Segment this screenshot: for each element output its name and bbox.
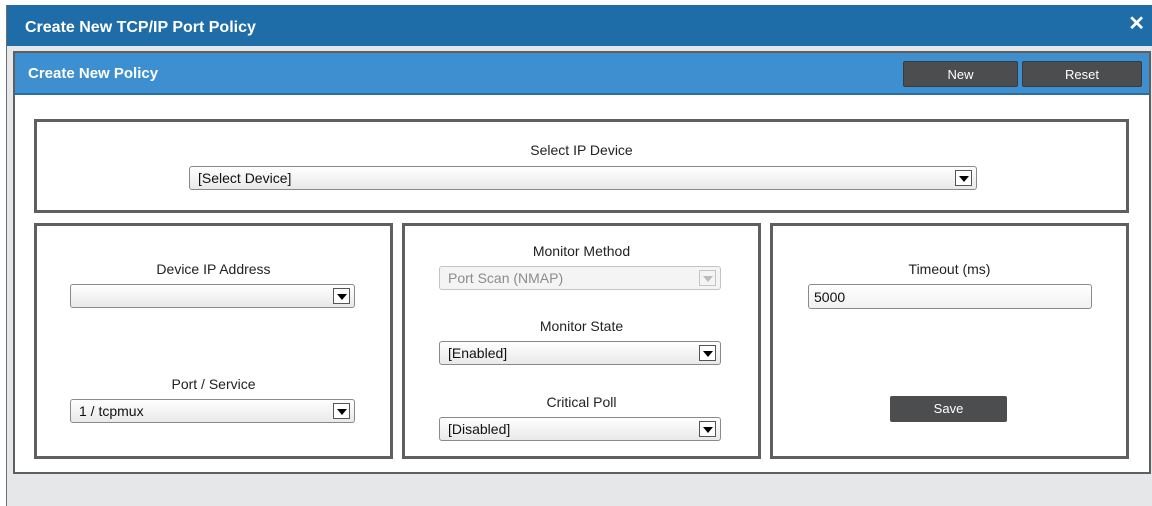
chevron-down-icon (699, 270, 716, 286)
chevron-down-icon (333, 288, 350, 304)
port-service-select[interactable]: 1 / tcpmux (70, 399, 355, 423)
port-service-label: Port / Service (171, 376, 256, 392)
monitor-method-value: Port Scan (NMAP) (448, 270, 564, 286)
dialog-titlebar: Create New TCP/IP Port Policy ✕ (7, 5, 1152, 46)
timeout-input[interactable]: 5000 (808, 284, 1092, 309)
device-select[interactable]: [Select Device] (189, 166, 977, 190)
critical-poll-select[interactable]: [Disabled] (439, 417, 721, 441)
reset-button[interactable]: Reset (1022, 61, 1142, 87)
critical-poll-label: Critical Poll (546, 394, 617, 410)
monitor-section: Monitor Method Port Scan (NMAP) Monitor … (402, 223, 761, 459)
critical-poll-value: [Disabled] (448, 421, 511, 437)
save-button[interactable]: Save (890, 396, 1007, 422)
close-icon[interactable]: ✕ (1128, 12, 1145, 36)
port-service-value: 1 / tcpmux (79, 403, 144, 419)
chevron-down-icon (699, 345, 716, 361)
policy-dialog: Create New TCP/IP Port Policy ✕ Create N… (6, 5, 1152, 506)
device-select-value: [Select Device] (198, 170, 292, 186)
monitor-state-label: Monitor State (539, 318, 624, 334)
chevron-down-icon (699, 421, 716, 437)
device-label: Select IP Device (530, 142, 633, 158)
new-button[interactable]: New (903, 61, 1018, 87)
address-section: Device IP Address Port / Service 1 / tcp… (34, 223, 393, 459)
create-policy-panel: Create New Policy New Reset Select IP De… (13, 51, 1151, 474)
monitor-method-label: Monitor Method (532, 243, 631, 259)
ip-address-label: Device IP Address (156, 261, 271, 277)
monitor-state-value: [Enabled] (448, 345, 508, 361)
timeout-value: 5000 (814, 289, 846, 305)
chevron-down-icon (333, 403, 350, 419)
panel-title: Create New Policy (28, 65, 159, 82)
chevron-down-icon (955, 170, 972, 186)
device-section: Select IP Device [Select Device] (34, 119, 1129, 213)
dialog-title: Create New TCP/IP Port Policy (25, 19, 256, 36)
timeout-label: Timeout (ms) (908, 261, 991, 277)
monitor-method-select: Port Scan (NMAP) (439, 266, 721, 290)
monitor-state-select[interactable]: [Enabled] (439, 341, 721, 365)
ip-address-select[interactable] (70, 284, 355, 308)
panel-header: Create New Policy New Reset (15, 53, 1149, 95)
timeout-section: Timeout (ms) 5000 Save (770, 223, 1129, 459)
